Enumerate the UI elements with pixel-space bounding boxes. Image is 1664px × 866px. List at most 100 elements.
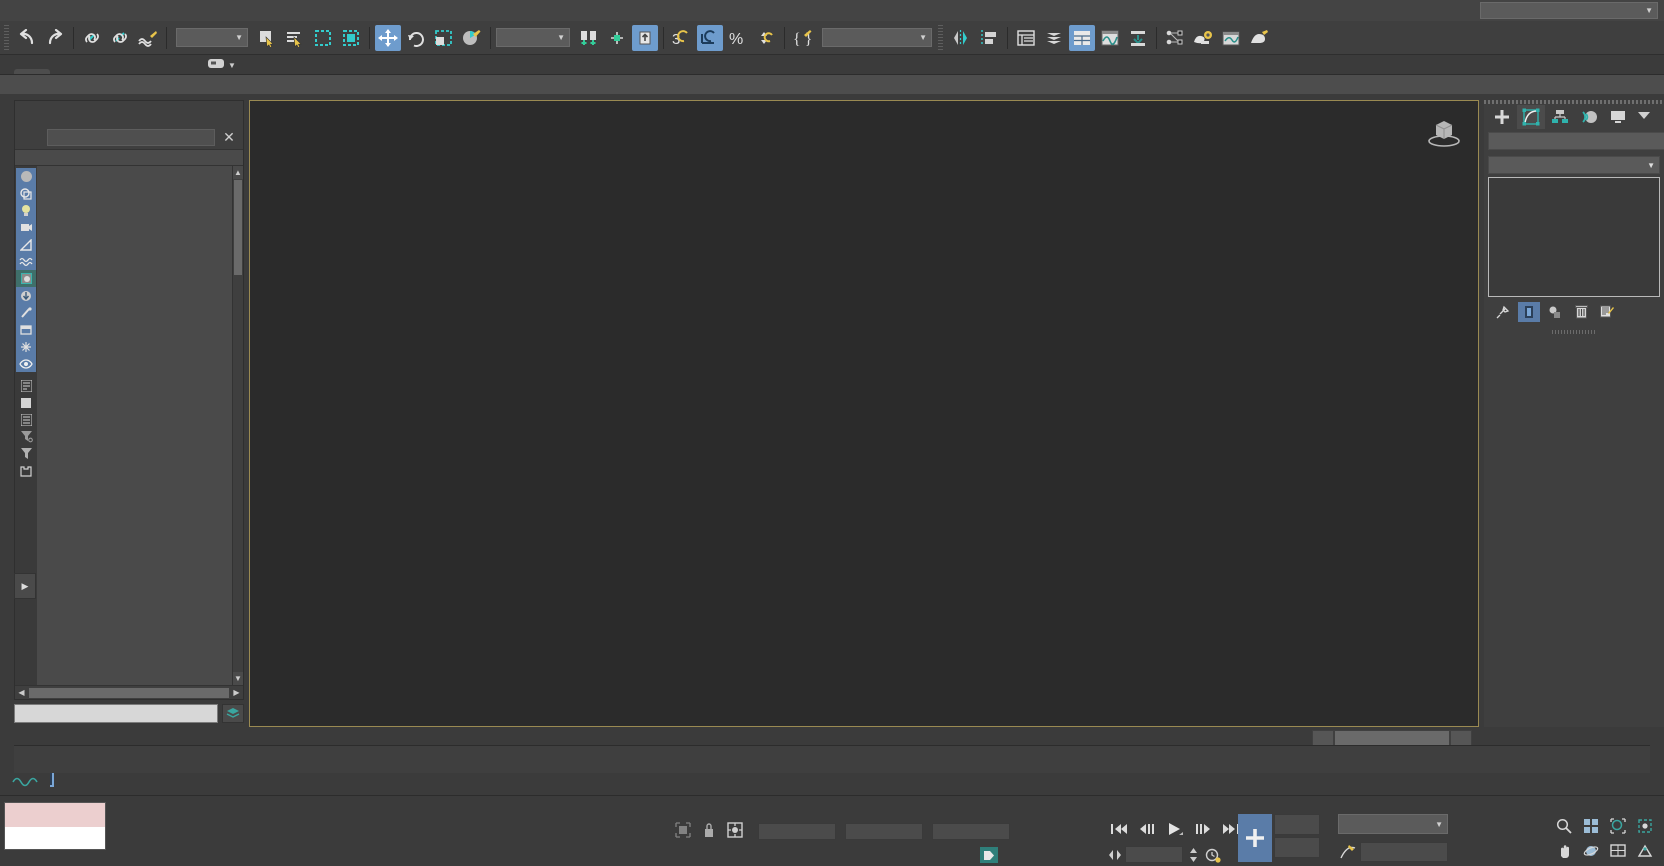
list-mode-icon[interactable] [16,377,36,394]
display-spacewarps-icon[interactable] [16,253,36,270]
menu-item-create[interactable] [106,9,126,13]
scroll-left-icon[interactable]: ◀ [15,688,28,697]
create-tab-icon[interactable] [1488,105,1516,129]
zoom-region-icon[interactable] [1632,814,1658,838]
undo-icon[interactable] [14,25,40,51]
scroll-up-icon[interactable]: ▲ [233,166,243,179]
display-geometry-icon[interactable] [16,168,36,185]
filter-off-icon[interactable] [16,428,36,445]
named-selection-sets-icon[interactable]: { } [790,25,816,51]
frame-number-field[interactable] [1125,846,1183,863]
angle-snap-toggle-icon[interactable] [697,25,723,51]
scroll-down-icon[interactable]: ▼ [233,672,243,685]
menu-item-arnold[interactable] [306,9,326,13]
chevron-down-icon[interactable]: ▼ [228,61,236,70]
select-and-manipulate-icon[interactable] [604,25,630,51]
display-containers-icon[interactable] [16,321,36,338]
previous-frame-button[interactable] [1136,819,1158,839]
display-bones-icon[interactable] [16,304,36,321]
ribbon-minimize-icon[interactable] [208,58,224,72]
orbit-icon[interactable] [1578,839,1604,863]
scroll-thumb[interactable] [234,180,242,275]
menu-item-animation[interactable] [146,9,166,13]
modifier-stack[interactable] [1488,177,1660,297]
layers-mode-icon[interactable] [16,394,36,411]
time-tag-icon[interactable] [980,847,998,863]
scene-explorer-icon[interactable] [1041,25,1067,51]
select-by-name-icon[interactable] [282,25,308,51]
select-and-move-icon[interactable] [375,25,401,51]
current-layer-value[interactable] [14,704,218,723]
menu-item-help[interactable] [326,9,346,13]
zoom-extents-icon[interactable] [1605,814,1631,838]
frame-spinner[interactable] [1186,846,1200,863]
object-name-field[interactable] [1488,132,1664,150]
modify-tab-icon[interactable] [1517,105,1545,129]
window-crossing-toggle-icon[interactable] [338,25,364,51]
layer-explorer-icon[interactable] [1013,25,1039,51]
display-lights-icon[interactable] [16,202,36,219]
pin-stack-icon[interactable] [1492,302,1514,322]
ribbon-tab-populate[interactable] [158,69,194,74]
motion-tab-icon[interactable] [1575,105,1603,129]
scene-object-list[interactable] [37,166,232,685]
angle-snap-3d-icon[interactable]: 3 [669,25,695,51]
material-editor-icon[interactable] [1190,25,1216,51]
spinner-snap-toggle-icon[interactable] [753,25,779,51]
redo-icon[interactable] [42,25,68,51]
import-content-icon[interactable] [1125,25,1151,51]
menu-item-edit[interactable] [26,9,46,13]
maxscript-mini-listener[interactable] [4,802,106,850]
toolbar-grip-2[interactable] [938,25,943,51]
configure-modifier-sets-icon[interactable] [1596,302,1618,322]
menu-item-tools[interactable] [46,9,66,13]
ribbon-tab-modeling[interactable] [14,69,50,74]
absolute-relative-mode-icon[interactable] [727,822,743,841]
explorer-horizontal-scrollbar[interactable]: ◀ ▶ [15,685,243,699]
modifier-list-combo[interactable]: ▼ [1488,156,1660,174]
play-animation-button[interactable] [1164,819,1186,839]
select-and-rotate-icon[interactable] [403,25,429,51]
name-column-header[interactable] [15,149,243,166]
display-cameras-icon[interactable] [16,219,36,236]
go-to-start-button[interactable] [1108,819,1130,839]
display-xrefs-icon[interactable] [16,287,36,304]
placement-tool-icon[interactable] [459,25,485,51]
next-frame-button-playback[interactable] [1192,819,1214,839]
selection-filter-combo[interactable]: ▼ [176,28,248,47]
align-icon[interactable] [976,25,1002,51]
percent-snap-toggle-icon[interactable]: % [725,25,751,51]
reference-coordinate-system-combo[interactable]: ▼ [496,28,570,47]
selection-set-combo[interactable]: ▼ [822,28,932,47]
menu-item-content[interactable] [286,9,306,13]
bind-to-space-warp-icon[interactable] [135,25,161,51]
display-all-icon[interactable] [16,355,36,372]
mirror-icon[interactable] [948,25,974,51]
make-unique-icon[interactable] [1544,302,1566,322]
snaps-toggle-icon[interactable] [632,25,658,51]
search-input[interactable] [47,129,215,146]
key-mode-toggle-icon[interactable] [1108,846,1122,863]
scroll-right-icon[interactable]: ▶ [230,688,243,697]
perspective-viewport[interactable] [249,100,1479,727]
render-setup-icon[interactable] [1218,25,1244,51]
utilities-tab-icon[interactable] [1633,105,1655,129]
ribbon-tab-selection[interactable] [86,69,122,74]
menu-item-interactive[interactable] [246,9,266,13]
close-icon[interactable]: ✕ [221,130,237,144]
selection-lock-toggle-icon[interactable] [703,822,715,841]
rectangular-selection-region-icon[interactable] [310,25,336,51]
display-shapes-icon[interactable] [16,185,36,202]
display-helpers-icon[interactable] [16,236,36,253]
add-time-tag[interactable] [980,847,1003,863]
unlink-selection-icon[interactable] [107,25,133,51]
panel-resize-grip[interactable] [1552,330,1596,334]
x-field[interactable] [758,823,836,840]
ribbon-toggle-icon[interactable] [1069,25,1095,51]
display-tab-icon[interactable] [1604,105,1632,129]
filters-button[interactable] [1360,842,1448,862]
filter-icon[interactable] [16,445,36,462]
menu-item-modifiers[interactable] [126,9,146,13]
menu-item-civil-view[interactable] [266,9,286,13]
select-object-icon[interactable] [254,25,280,51]
